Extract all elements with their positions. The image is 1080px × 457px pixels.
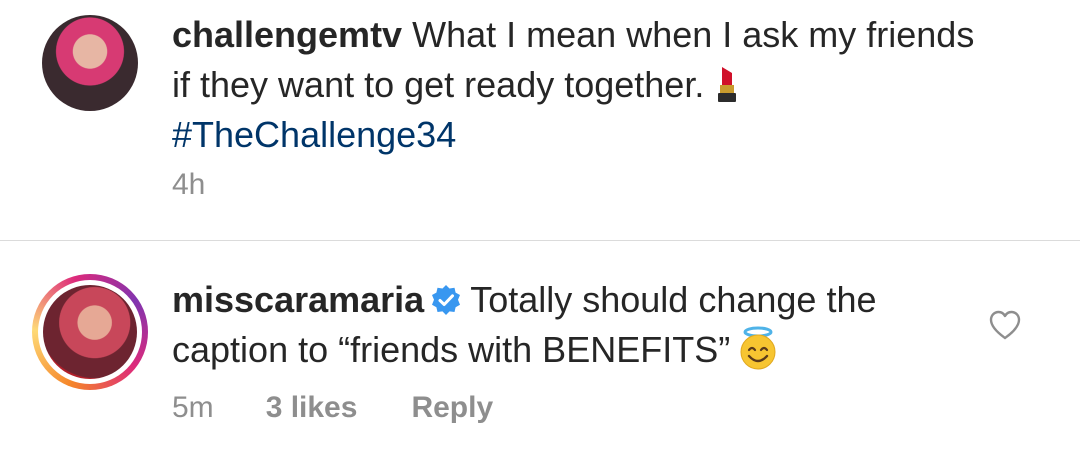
avatar-photo — [43, 285, 137, 379]
avatar-challengemtv[interactable] — [42, 15, 138, 111]
avatar-story-ring-gap — [38, 280, 142, 384]
avatar-misscaramaria[interactable] — [32, 274, 148, 390]
comment-meta: 5m 3 likes Reply — [172, 391, 493, 425]
caption-timestamp: 4h — [172, 168, 206, 201]
comment-username[interactable]: misscaramaria — [172, 279, 424, 320]
caption-hashtag[interactable]: #TheChallenge34 — [172, 114, 456, 155]
reply-button[interactable]: Reply — [411, 391, 493, 425]
comment-timestamp: 5m — [172, 391, 214, 424]
like-comment-button[interactable] — [988, 309, 1022, 341]
smiling-face-with-halo-icon — [738, 326, 778, 370]
verified-badge-icon — [430, 279, 462, 315]
caption-text: challengemtv What I mean when I ask my f… — [172, 10, 992, 160]
comment-likes-link[interactable]: 3 likes — [266, 391, 358, 425]
comment-text: misscaramaria Totally should change the … — [172, 275, 932, 375]
heart-outline-icon — [989, 310, 1021, 340]
comment-row: misscaramaria Totally should change the … — [0, 241, 1080, 457]
lipstick-icon — [714, 63, 740, 103]
caption-username[interactable]: challengemtv — [172, 14, 402, 55]
post-caption: challengemtv What I mean when I ask my f… — [0, 0, 1080, 240]
